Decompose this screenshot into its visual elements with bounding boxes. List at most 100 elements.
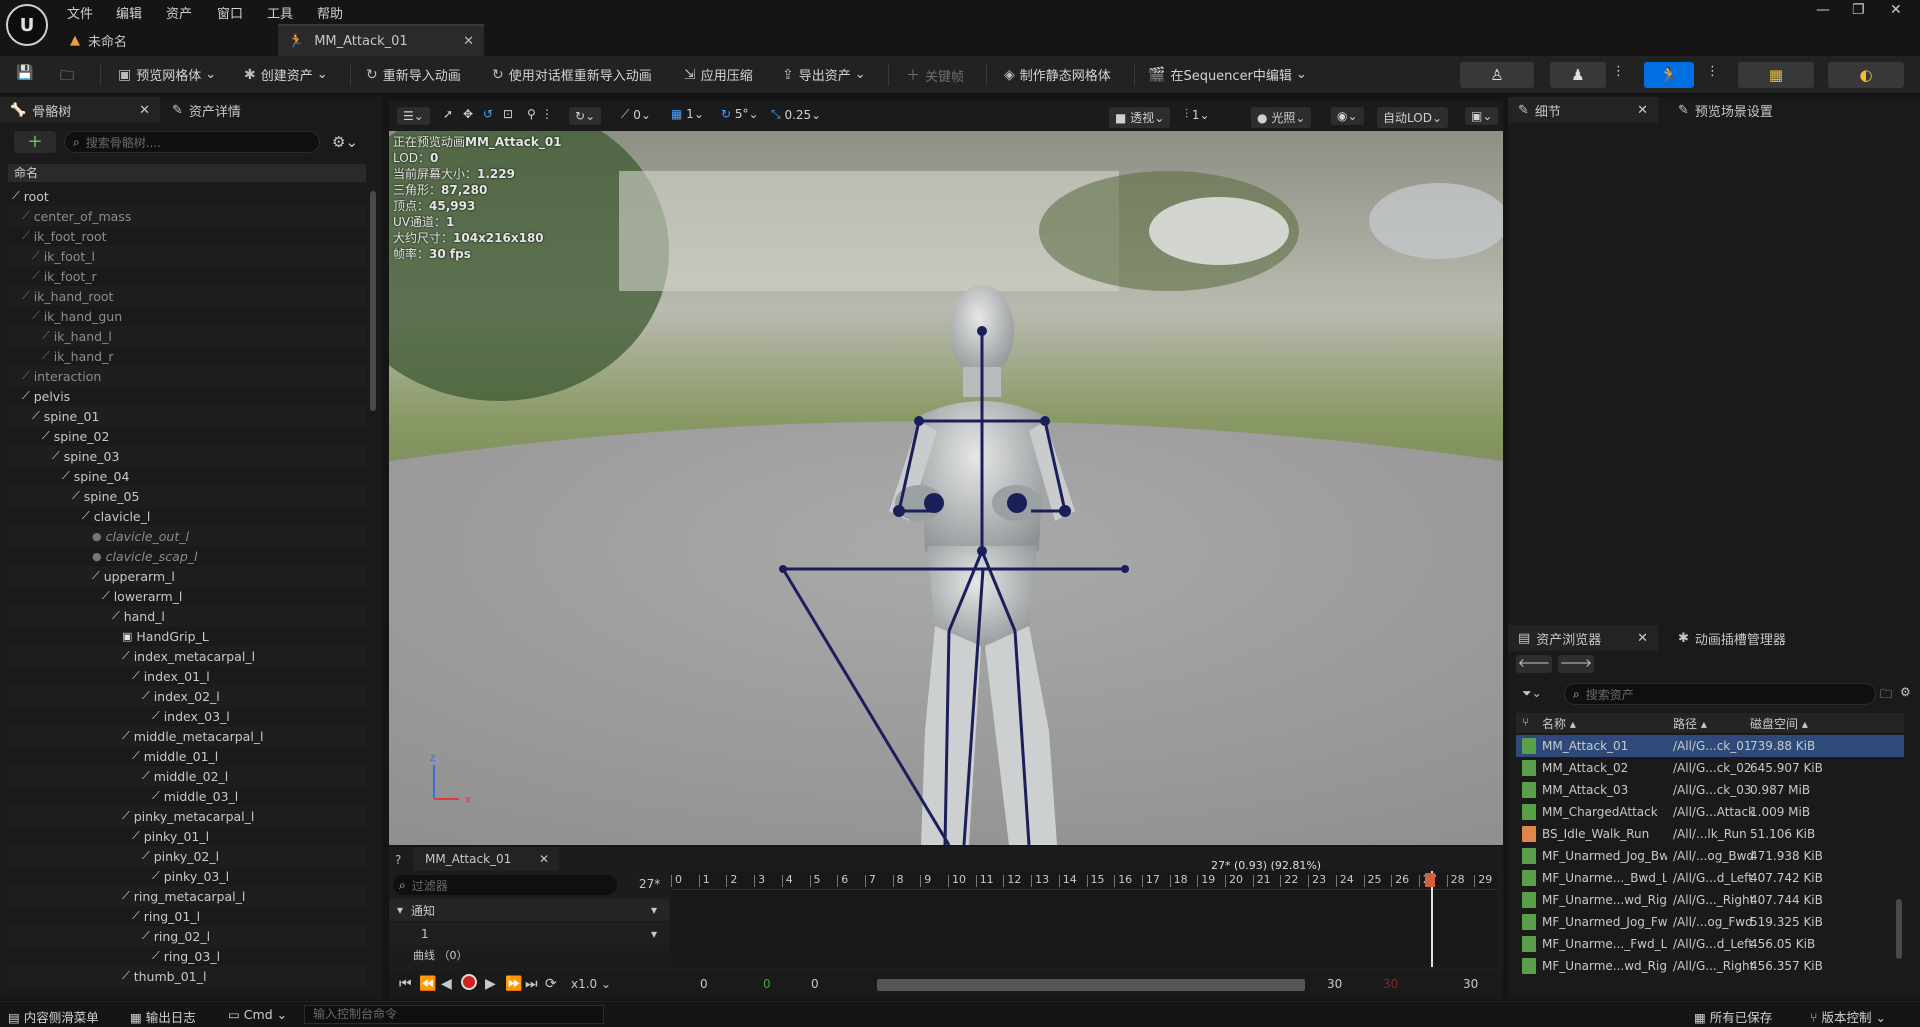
asset-row[interactable]: MF_Unarmed_Jog_Fwd/All/...og_Fwd 519.325 … <box>1516 911 1904 933</box>
bone-row[interactable]: ● clavicle_out_l <box>8 526 366 546</box>
blueprint-mode-button[interactable]: ▦ <box>1738 62 1814 88</box>
physics-mode-button[interactable]: ◐ <box>1828 62 1904 88</box>
hierarchy-icon[interactable]: ⑂ <box>1522 715 1529 729</box>
bone-row[interactable]: ⟋ ik_foot_root <box>8 226 366 246</box>
range-end-b[interactable]: 30 <box>1383 977 1398 991</box>
menu-file[interactable]: 文件 <box>67 3 93 22</box>
asset-row[interactable]: BS_Idle_Walk_Run/All/...lk_Run 51.106 KiB <box>1516 823 1904 845</box>
add-socket-button[interactable]: + <box>14 131 56 153</box>
source-control-button[interactable]: ⑂ 版本控制 ⌄ <box>1810 1007 1886 1026</box>
bone-row[interactable]: ⟋ ring_metacarpal_l <box>8 886 366 906</box>
bone-row[interactable]: ⟋ middle_02_l <box>8 766 366 786</box>
bone-row[interactable]: ⟋ thumb_01_l <box>8 966 366 986</box>
save-icon[interactable]: 💾 <box>16 65 38 81</box>
bone-row[interactable]: ⟋ hand_l <box>8 606 366 626</box>
make-static-mesh-button[interactable]: ◈ 制作静态网格体 <box>1004 65 1111 85</box>
apply-compression-button[interactable]: ⇲ 应用压缩 <box>684 65 753 85</box>
skeleton-search-input[interactable]: ⌕ 搜索骨骼树.... <box>64 131 320 153</box>
range-start-b[interactable]: 0 <box>763 977 771 991</box>
show-button[interactable]: ◉ ⌄ <box>1331 107 1364 125</box>
bone-row[interactable]: ⟋ center_of_mass <box>8 206 366 226</box>
bone-row[interactable]: ⟋ ring_03_l <box>8 946 366 966</box>
bone-row[interactable]: ⟋ clavicle_l <box>8 506 366 526</box>
skip-end-icon[interactable]: ⏭ <box>525 976 538 992</box>
folder-icon[interactable]: 🗀 <box>1880 685 1892 706</box>
translate-icon[interactable]: ✥ <box>463 107 473 121</box>
filter-icon[interactable]: ⏷⌄ <box>1522 686 1542 701</box>
asset-scrollbar[interactable] <box>1896 899 1902 959</box>
rotate-icon[interactable]: ↺ <box>483 107 493 121</box>
settings-icon[interactable]: ⚙⌄ <box>332 133 358 151</box>
range-end-a[interactable]: 30 <box>1327 977 1342 991</box>
asset-row[interactable]: MF_Unarme...wd_Right/All/G..._Right 407.7… <box>1516 889 1904 911</box>
asset-search-input[interactable]: ⌕ 搜索资产 <box>1564 683 1876 705</box>
restore-icon[interactable]: ❐ <box>1852 2 1865 18</box>
asset-row[interactable]: MF_Unarme...wd_Right/All/G..._Right 456.3… <box>1516 955 1904 977</box>
menu-help[interactable]: 帮助 <box>317 3 343 22</box>
viewport-layout-button[interactable]: ▣ ⌄ <box>1465 107 1499 125</box>
step-forward-icon[interactable]: ⏩ <box>505 976 522 992</box>
back-arrow-icon[interactable]: 🡐 <box>1516 655 1552 673</box>
tab-details[interactable]: ✎ 细节 ✕ <box>1508 97 1658 123</box>
bone-row[interactable]: ⟋ ik_foot_r <box>8 266 366 286</box>
tab-anim-slot-manager[interactable]: ✱ 动画插槽管理器 <box>1674 625 1874 651</box>
tab-untitled[interactable]: ▲ 未命名 <box>60 24 276 56</box>
reimport-dialog-button[interactable]: ↻ 使用对话框重新导入动画 <box>492 65 652 85</box>
notify-dropdown-icon[interactable]: ▾ <box>651 903 657 917</box>
camera-speed-icon[interactable]: ⚲ <box>527 107 536 121</box>
console-input[interactable]: 输入控制台命令 <box>304 1005 604 1024</box>
skeleton-mode-button[interactable]: ♙ <box>1460 62 1534 88</box>
bone-row[interactable]: ⟋ root <box>8 186 366 206</box>
range-end-c[interactable]: 30 <box>1463 977 1478 991</box>
loop-icon[interactable]: ⟳ <box>545 976 557 992</box>
bone-row[interactable]: ⟋ spine_04 <box>8 466 366 486</box>
tab-timeline[interactable]: MM_Attack_01 ✕ <box>413 847 559 871</box>
step-back-icon[interactable]: ⏪ <box>419 976 436 992</box>
bone-row[interactable]: ⟋ index_01_l <box>8 666 366 686</box>
bone-row[interactable]: ⟋ index_02_l <box>8 686 366 706</box>
menu-asset[interactable]: 资产 <box>166 3 192 22</box>
output-log-button[interactable]: ▦ 输出日志 <box>130 1007 196 1026</box>
settings-icon[interactable]: ⚙ <box>1900 685 1911 699</box>
lod-button[interactable]: ⫶ 1 ⌄ <box>1185 107 1210 122</box>
bone-row[interactable]: ⟋ ring_02_l <box>8 926 366 946</box>
close-window-icon[interactable]: ✕ <box>1890 2 1902 18</box>
bone-row[interactable]: ⟋ ik_hand_l <box>8 326 366 346</box>
bone-row[interactable]: ⟋ index_03_l <box>8 706 366 726</box>
bone-row[interactable]: ⟋ ik_hand_root <box>8 286 366 306</box>
bone-row[interactable]: ⟋ ik_hand_r <box>8 346 366 366</box>
cmd-dropdown[interactable]: ▭ Cmd ⌄ <box>228 1007 287 1022</box>
close-tab-icon[interactable]: ✕ <box>463 34 474 49</box>
menu-edit[interactable]: 编辑 <box>116 3 142 22</box>
bone-row[interactable]: ⟋ middle_03_l <box>8 786 366 806</box>
asset-row[interactable]: MM_Attack_03/All/G...ck_03 0.987 MiB <box>1516 779 1904 801</box>
record-icon[interactable] <box>461 974 477 990</box>
timeline-filter-input[interactable]: ⌕ 过滤器 <box>393 875 617 895</box>
more-options-icon[interactable]: ⋮ <box>1612 64 1625 79</box>
range-start-c[interactable]: 0 <box>811 977 819 991</box>
bone-row[interactable]: ▣ HandGrip_L <box>8 626 366 646</box>
menu-window[interactable]: 窗口 <box>217 3 243 22</box>
track-dropdown-icon[interactable]: ▾ <box>651 927 657 941</box>
bone-row[interactable]: ⟋ middle_metacarpal_l <box>8 726 366 746</box>
bone-row[interactable]: ⟋ spine_02 <box>8 426 366 446</box>
close-tab-icon[interactable]: ✕ <box>1637 631 1648 646</box>
bone-row[interactable]: ⟋ middle_01_l <box>8 746 366 766</box>
curves-track-header[interactable]: 曲线 （0） <box>389 947 669 961</box>
column-path[interactable]: 路径 ▴ <box>1673 715 1707 732</box>
timeline-range-slider[interactable] <box>877 979 1305 991</box>
create-asset-button[interactable]: ✱ 创建资产 ⌄ <box>244 65 328 85</box>
bone-row[interactable]: ⟋ ik_foot_l <box>8 246 366 266</box>
range-start-a[interactable]: 0 <box>700 977 708 991</box>
bone-row[interactable]: ⟋ ring_01_l <box>8 906 366 926</box>
frame-field[interactable]: 27* <box>639 877 660 891</box>
skip-start-icon[interactable]: ⏮ <box>399 976 412 992</box>
asset-row[interactable]: MF_Unarmed_Jog_Bwd/All/...og_Bwd 471.938 … <box>1516 845 1904 867</box>
animation-mode-button[interactable]: 🏃 <box>1644 62 1694 88</box>
bone-row[interactable]: ⟋ spine_05 <box>8 486 366 506</box>
play-icon[interactable]: ▶ <box>485 976 496 992</box>
viewport-more-icon[interactable]: ⋮ <box>541 107 553 121</box>
all-saved-button[interactable]: ▦ 所有已保存 <box>1694 1007 1772 1026</box>
help-icon[interactable]: ? <box>395 853 401 867</box>
auto-lod-button[interactable]: 自动LOD ⌄ <box>1377 107 1449 128</box>
